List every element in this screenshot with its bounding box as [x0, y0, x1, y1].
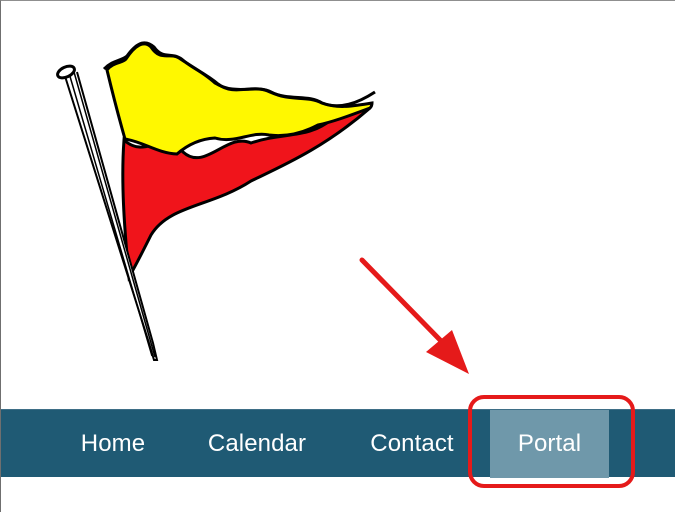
arrow-head: [426, 330, 469, 374]
nav-item-home[interactable]: Home: [74, 410, 152, 478]
burgee-flag-icon: [56, 41, 376, 361]
page-root: Home Calendar Contact Portal: [0, 0, 675, 512]
portal-highlight-box: [468, 395, 635, 488]
red-arrow-icon: [359, 257, 469, 374]
arrow-shaft: [359, 257, 447, 347]
nav-item-calendar[interactable]: Calendar: [201, 410, 313, 478]
nav-item-contact[interactable]: Contact: [362, 410, 462, 478]
